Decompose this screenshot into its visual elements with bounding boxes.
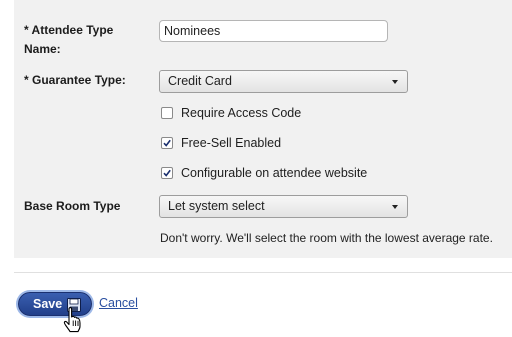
- free-sell-enabled-label: Free-Sell Enabled: [181, 136, 282, 150]
- cancel-link[interactable]: Cancel: [99, 296, 138, 310]
- require-access-code-checkbox[interactable]: [161, 107, 173, 119]
- configurable-on-website-label: Configurable on attendee website: [181, 166, 368, 180]
- chevron-down-icon: [392, 80, 398, 84]
- attendee-type-label: * Attendee Type Name:: [24, 21, 113, 59]
- base-room-type-label: Base Room Type: [24, 199, 121, 213]
- checkmark-icon: [163, 139, 171, 147]
- require-access-code-label: Require Access Code: [181, 106, 302, 120]
- base-room-type-hint: Don't worry. We'll select the room with …: [160, 231, 493, 245]
- hand-pointer-icon: [63, 307, 81, 333]
- attendee-type-name-input[interactable]: [159, 20, 388, 42]
- attendee-type-label-line1: * Attendee Type: [24, 23, 114, 37]
- chevron-down-icon: [392, 205, 398, 209]
- guarantee-type-label: * Guarantee Type:: [24, 73, 126, 87]
- guarantee-type-selected-value: Credit Card: [168, 74, 232, 88]
- save-button-label: Save: [33, 297, 63, 311]
- free-sell-enabled-checkbox[interactable]: [161, 137, 173, 149]
- divider: [14, 272, 512, 273]
- configurable-on-website-checkbox[interactable]: [161, 167, 173, 179]
- attendee-type-label-line2: Name:: [24, 42, 61, 56]
- base-room-type-select[interactable]: Let system select: [159, 195, 408, 218]
- base-room-type-selected-value: Let system select: [168, 199, 265, 213]
- guarantee-type-select[interactable]: Credit Card: [159, 70, 408, 93]
- checkmark-icon: [163, 169, 171, 177]
